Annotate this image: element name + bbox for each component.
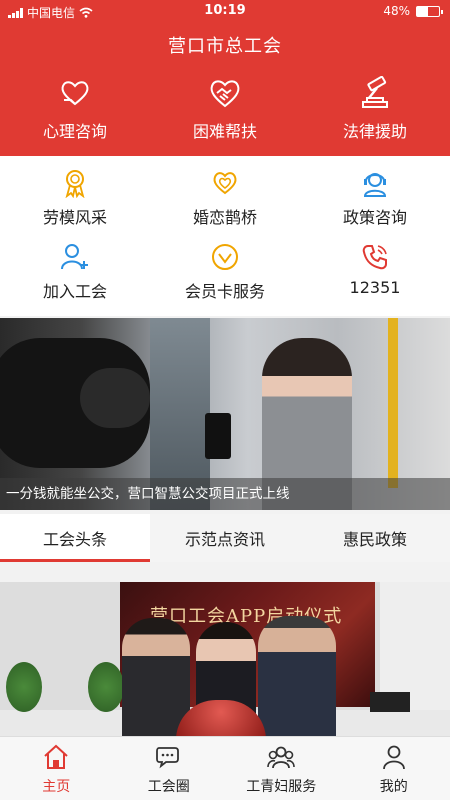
join-union-button[interactable]: 加入工会 [0, 242, 150, 318]
plant-icon [88, 662, 124, 712]
service-label: 会员卡服务 [184, 282, 265, 301]
service-grid: 劳模风采 婚恋鹊桥 政策咨询 加入工会 会员卡服务 12351 [0, 156, 450, 316]
top-service-label: 困难帮扶 [192, 122, 257, 141]
double-heart-icon [213, 172, 237, 195]
battery-icon [416, 5, 443, 17]
nav-union-circle[interactable]: 工会圈 [113, 737, 226, 800]
matchmaking-button[interactable]: 婚恋鹊桥 [150, 168, 300, 242]
service-row: 劳模风采 婚恋鹊桥 政策咨询 [0, 156, 450, 242]
nav-profile[interactable]: 我的 [338, 737, 450, 800]
model-workers-button[interactable]: 劳模风采 [0, 168, 150, 242]
news-photo-person [258, 616, 336, 736]
news-photo-person [122, 618, 190, 736]
hotline-12351-button[interactable]: 12351 [300, 242, 450, 318]
nav-label: 工会圈 [147, 779, 190, 795]
chat-icon [155, 747, 179, 769]
headset-icon [363, 173, 387, 197]
service-label: 加入工会 [42, 282, 107, 301]
handshake-icon [210, 80, 240, 108]
tab-demo-site-news[interactable]: 示范点资讯 [150, 514, 300, 562]
news-photo-detail [370, 692, 410, 712]
gavel-icon [362, 76, 388, 108]
hardship-assistance-button[interactable]: 困难帮扶 [150, 76, 300, 142]
member-card-button[interactable]: 会员卡服务 [150, 242, 300, 318]
medal-icon [65, 170, 85, 198]
nav-label: 主页 [42, 779, 71, 795]
group-icon [267, 746, 296, 769]
nav-home[interactable]: 主页 [0, 737, 113, 800]
banner-photo-detail [80, 368, 150, 428]
psychological-consulting-button[interactable]: 心理咨询 [0, 76, 150, 142]
plant-icon [6, 662, 42, 712]
service-label: 12351 [349, 278, 401, 297]
tab-union-headlines[interactable]: 工会头条 [0, 514, 150, 562]
service-label: 劳模风采 [42, 208, 107, 227]
news-item-image[interactable]: 营口工会APP启动仪式 [0, 582, 450, 736]
heart-hand-icon [61, 81, 89, 106]
add-user-icon [61, 244, 88, 270]
banner-photo-detail [388, 318, 398, 488]
top-service-label: 法律援助 [342, 122, 407, 141]
nav-youth-women-services[interactable]: 工青妇服务 [225, 737, 338, 800]
app-header: 中国电信 10:19 48% 营口市总工会 心理咨询 困难帮扶 法律援助 [0, 0, 450, 156]
phone-icon [362, 245, 387, 270]
policy-consulting-button[interactable]: 政策咨询 [300, 168, 450, 242]
status-bar: 中国电信 10:19 48% [0, 0, 450, 22]
page-title: 营口市总工会 [168, 36, 282, 57]
top-services: 心理咨询 困难帮扶 法律援助 [0, 76, 450, 142]
diamond-card-icon [212, 244, 238, 270]
battery-percent: 48% [383, 4, 410, 18]
home-icon [44, 744, 68, 769]
banner-carousel[interactable]: 一分钱就能坐公交，营口智慧公交项目正式上线 [0, 318, 450, 510]
banner-photo-detail [205, 413, 231, 459]
legal-aid-button[interactable]: 法律援助 [300, 76, 450, 142]
service-label: 政策咨询 [342, 208, 407, 227]
nav-label: 我的 [379, 779, 408, 795]
nav-label: 工青妇服务 [246, 779, 317, 795]
banner-caption: 一分钱就能坐公交，营口智慧公交项目正式上线 [0, 478, 450, 510]
news-tabs: 工会头条 示范点资讯 惠民政策 [0, 514, 450, 562]
service-row: 加入工会 会员卡服务 12351 [0, 242, 450, 318]
status-right: 48% [383, 4, 443, 18]
user-icon [382, 745, 405, 770]
bottom-nav: 主页 工会圈 工青妇服务 我的 [0, 736, 450, 800]
top-service-label: 心理咨询 [42, 122, 107, 141]
service-label: 婚恋鹊桥 [192, 208, 257, 227]
tab-benefit-policies[interactable]: 惠民政策 [300, 514, 450, 562]
